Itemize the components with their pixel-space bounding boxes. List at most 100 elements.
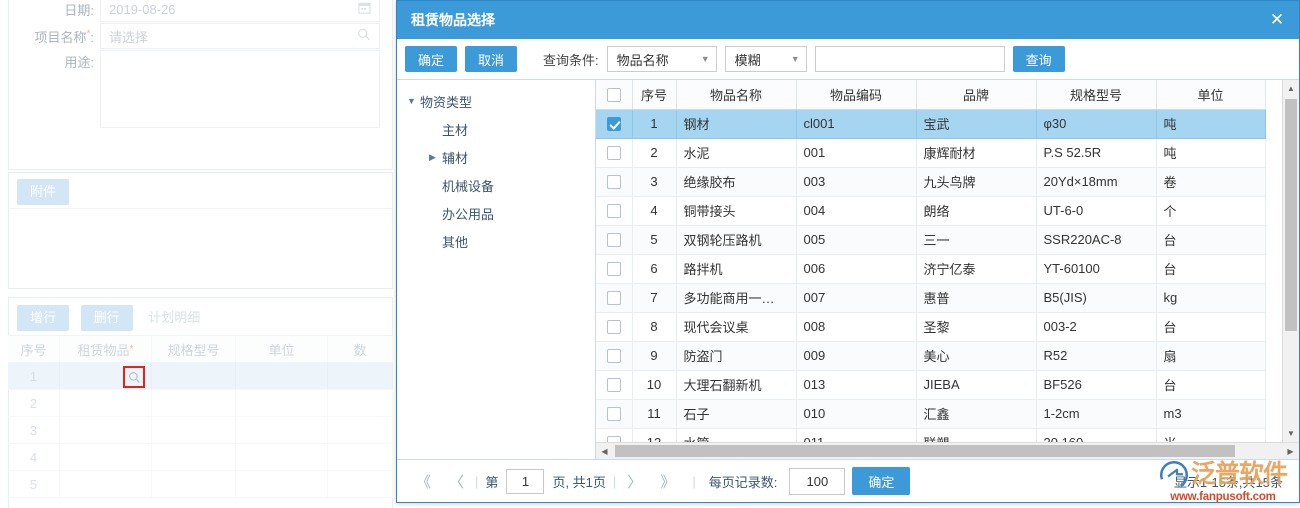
cell-qty[interactable] (328, 390, 393, 416)
table-row[interactable]: 4 (8, 444, 393, 471)
col-header-spec[interactable]: 规格型号 (1036, 80, 1157, 110)
vertical-scrollbar-thumb[interactable] (1285, 99, 1297, 331)
table-row[interactable]: 6 路拌机 006 济宁亿泰 YT-60100 台 (596, 254, 1266, 284)
prev-page-button[interactable]: 〈 (440, 471, 473, 492)
table-row[interactable]: 3 (8, 417, 393, 444)
row-select-cell[interactable] (596, 283, 633, 313)
close-icon[interactable]: ✕ (1255, 1, 1299, 39)
tree-node-zhucai[interactable]: ▶ 主材 (397, 115, 595, 143)
chevron-right-icon[interactable]: ▶ (429, 152, 442, 163)
col-header-no[interactable]: 序号 (632, 80, 677, 110)
select-all-header[interactable] (596, 80, 633, 110)
table-row[interactable]: 10 大理石翻新机 013 JIEBA BF526 台 (596, 370, 1266, 400)
cell-item[interactable] (60, 444, 152, 470)
delete-row-button[interactable]: 删行 (80, 305, 133, 331)
col-header-brand[interactable]: 品牌 (916, 80, 1037, 110)
row-checkbox[interactable] (606, 117, 621, 132)
row-checkbox[interactable] (606, 378, 621, 393)
table-row[interactable]: 5 (8, 471, 393, 498)
row-checkbox[interactable] (606, 146, 621, 161)
col-header-code[interactable]: 物品编码 (796, 80, 917, 110)
row-select-cell[interactable] (596, 254, 633, 284)
cell-unit[interactable] (236, 444, 328, 470)
col-header-unit[interactable]: 单位 (1156, 80, 1266, 110)
scroll-up-icon[interactable]: ▲ (1283, 80, 1299, 97)
row-select-cell[interactable] (596, 225, 633, 255)
project-name-field[interactable]: 请选择 (100, 23, 380, 49)
row-checkbox[interactable] (606, 262, 621, 277)
calendar-icon[interactable] (358, 1, 371, 17)
search-icon[interactable] (357, 28, 371, 45)
page-size-input[interactable] (789, 467, 846, 495)
table-row[interactable]: 1 (8, 363, 393, 390)
tree-node-fucai[interactable]: ▶ 辅材 (397, 143, 595, 171)
highlighted-row-search-icon[interactable] (123, 366, 145, 388)
cell-spec[interactable] (152, 390, 236, 416)
attachment-button[interactable]: 附件 (17, 179, 70, 205)
purpose-textarea[interactable] (100, 50, 380, 128)
row-checkbox[interactable] (606, 407, 621, 422)
row-checkbox[interactable] (606, 233, 621, 248)
cell-unit[interactable] (236, 390, 328, 416)
row-select-cell[interactable] (596, 428, 633, 442)
row-select-cell[interactable] (596, 138, 633, 168)
first-page-button[interactable]: 《 (407, 471, 440, 492)
tree-node-other[interactable]: ▶ 其他 (397, 227, 595, 255)
table-row[interactable]: 8 现代会议桌 008 圣黎 003-2 台 (596, 312, 1266, 342)
cell-unit[interactable] (236, 417, 328, 443)
cell-qty[interactable] (328, 444, 393, 470)
table-row[interactable]: 12水管011联塑20,160米 (596, 428, 1266, 442)
scroll-left-icon[interactable]: ◀ (596, 447, 613, 456)
cancel-button[interactable]: 取消 (465, 46, 518, 72)
table-row[interactable]: 9 防盗门 009 美心 R52 扇 (596, 341, 1266, 371)
chevron-down-icon[interactable]: ▼ (407, 96, 420, 106)
page-number-input[interactable] (506, 468, 545, 494)
row-select-cell[interactable] (596, 167, 633, 197)
query-button[interactable]: 查询 (1012, 46, 1065, 72)
row-checkbox[interactable] (606, 204, 621, 219)
query-match-select[interactable]: 模糊 ▼ (724, 46, 807, 72)
cell-item[interactable] (60, 471, 152, 497)
table-row[interactable]: 11 石子 010 汇鑫 1-2cm m3 (596, 399, 1266, 429)
date-field[interactable]: 2019-08-26 (100, 0, 380, 22)
table-row[interactable]: 5 双钢轮压路机 005 三一 SSR220AC-8 台 (596, 225, 1266, 255)
row-checkbox[interactable] (606, 349, 621, 364)
row-select-cell[interactable] (596, 312, 633, 342)
cell-spec[interactable] (152, 417, 236, 443)
table-row[interactable]: 4 铜带接头 004 朗络 UT-6-0 个 (596, 196, 1266, 226)
tree-node-machinery[interactable]: ▶ 机械设备 (397, 171, 595, 199)
cell-spec[interactable] (152, 363, 236, 389)
tree-node-office-supplies[interactable]: ▶ 办公用品 (397, 199, 595, 227)
row-checkbox[interactable] (606, 175, 621, 190)
row-select-cell[interactable] (596, 196, 633, 226)
last-page-button[interactable]: 》 (651, 471, 684, 492)
add-row-button[interactable]: 增行 (17, 305, 70, 331)
row-select-cell[interactable] (596, 370, 633, 400)
table-row[interactable]: 3 绝缘胶布 003 九头鸟牌 20Yd×18mm 卷 (596, 167, 1266, 197)
cell-qty[interactable] (328, 471, 393, 497)
table-row[interactable]: 7 多功能商用一… 007 惠普 B5(JIS) kg (596, 283, 1266, 313)
row-checkbox[interactable] (606, 291, 621, 306)
scroll-right-icon[interactable]: ▶ (1282, 447, 1299, 456)
cell-qty[interactable] (328, 363, 393, 389)
horizontal-scrollbar-thumb[interactable] (615, 445, 1235, 457)
col-header-name[interactable]: 物品名称 (676, 80, 797, 110)
tree-node-material-type[interactable]: ▼ 物资类型 (397, 87, 595, 115)
cell-unit[interactable] (236, 471, 328, 497)
vertical-scrollbar[interactable]: ▲ ▼ (1282, 80, 1299, 442)
next-page-button[interactable]: 〉 (618, 471, 651, 492)
row-select-cell[interactable] (596, 399, 633, 429)
cell-unit[interactable] (236, 363, 328, 389)
cell-spec[interactable] (152, 444, 236, 470)
confirm-button[interactable]: 确定 (405, 46, 458, 72)
detail-tab-label[interactable]: 计划明细 (148, 310, 200, 325)
query-field-select[interactable]: 物品名称 ▼ (606, 46, 717, 72)
row-select-cell[interactable] (596, 341, 633, 371)
cell-spec[interactable] (152, 471, 236, 497)
table-row[interactable]: 2 水泥 001 康辉耐材 P.S 52.5R 吨 (596, 138, 1266, 168)
row-checkbox[interactable] (606, 320, 621, 335)
table-row[interactable]: 2 (8, 390, 393, 417)
pager-confirm-button[interactable]: 确定 (852, 467, 911, 495)
query-keyword-input[interactable] (814, 46, 1005, 72)
scroll-down-icon[interactable]: ▼ (1283, 425, 1299, 442)
